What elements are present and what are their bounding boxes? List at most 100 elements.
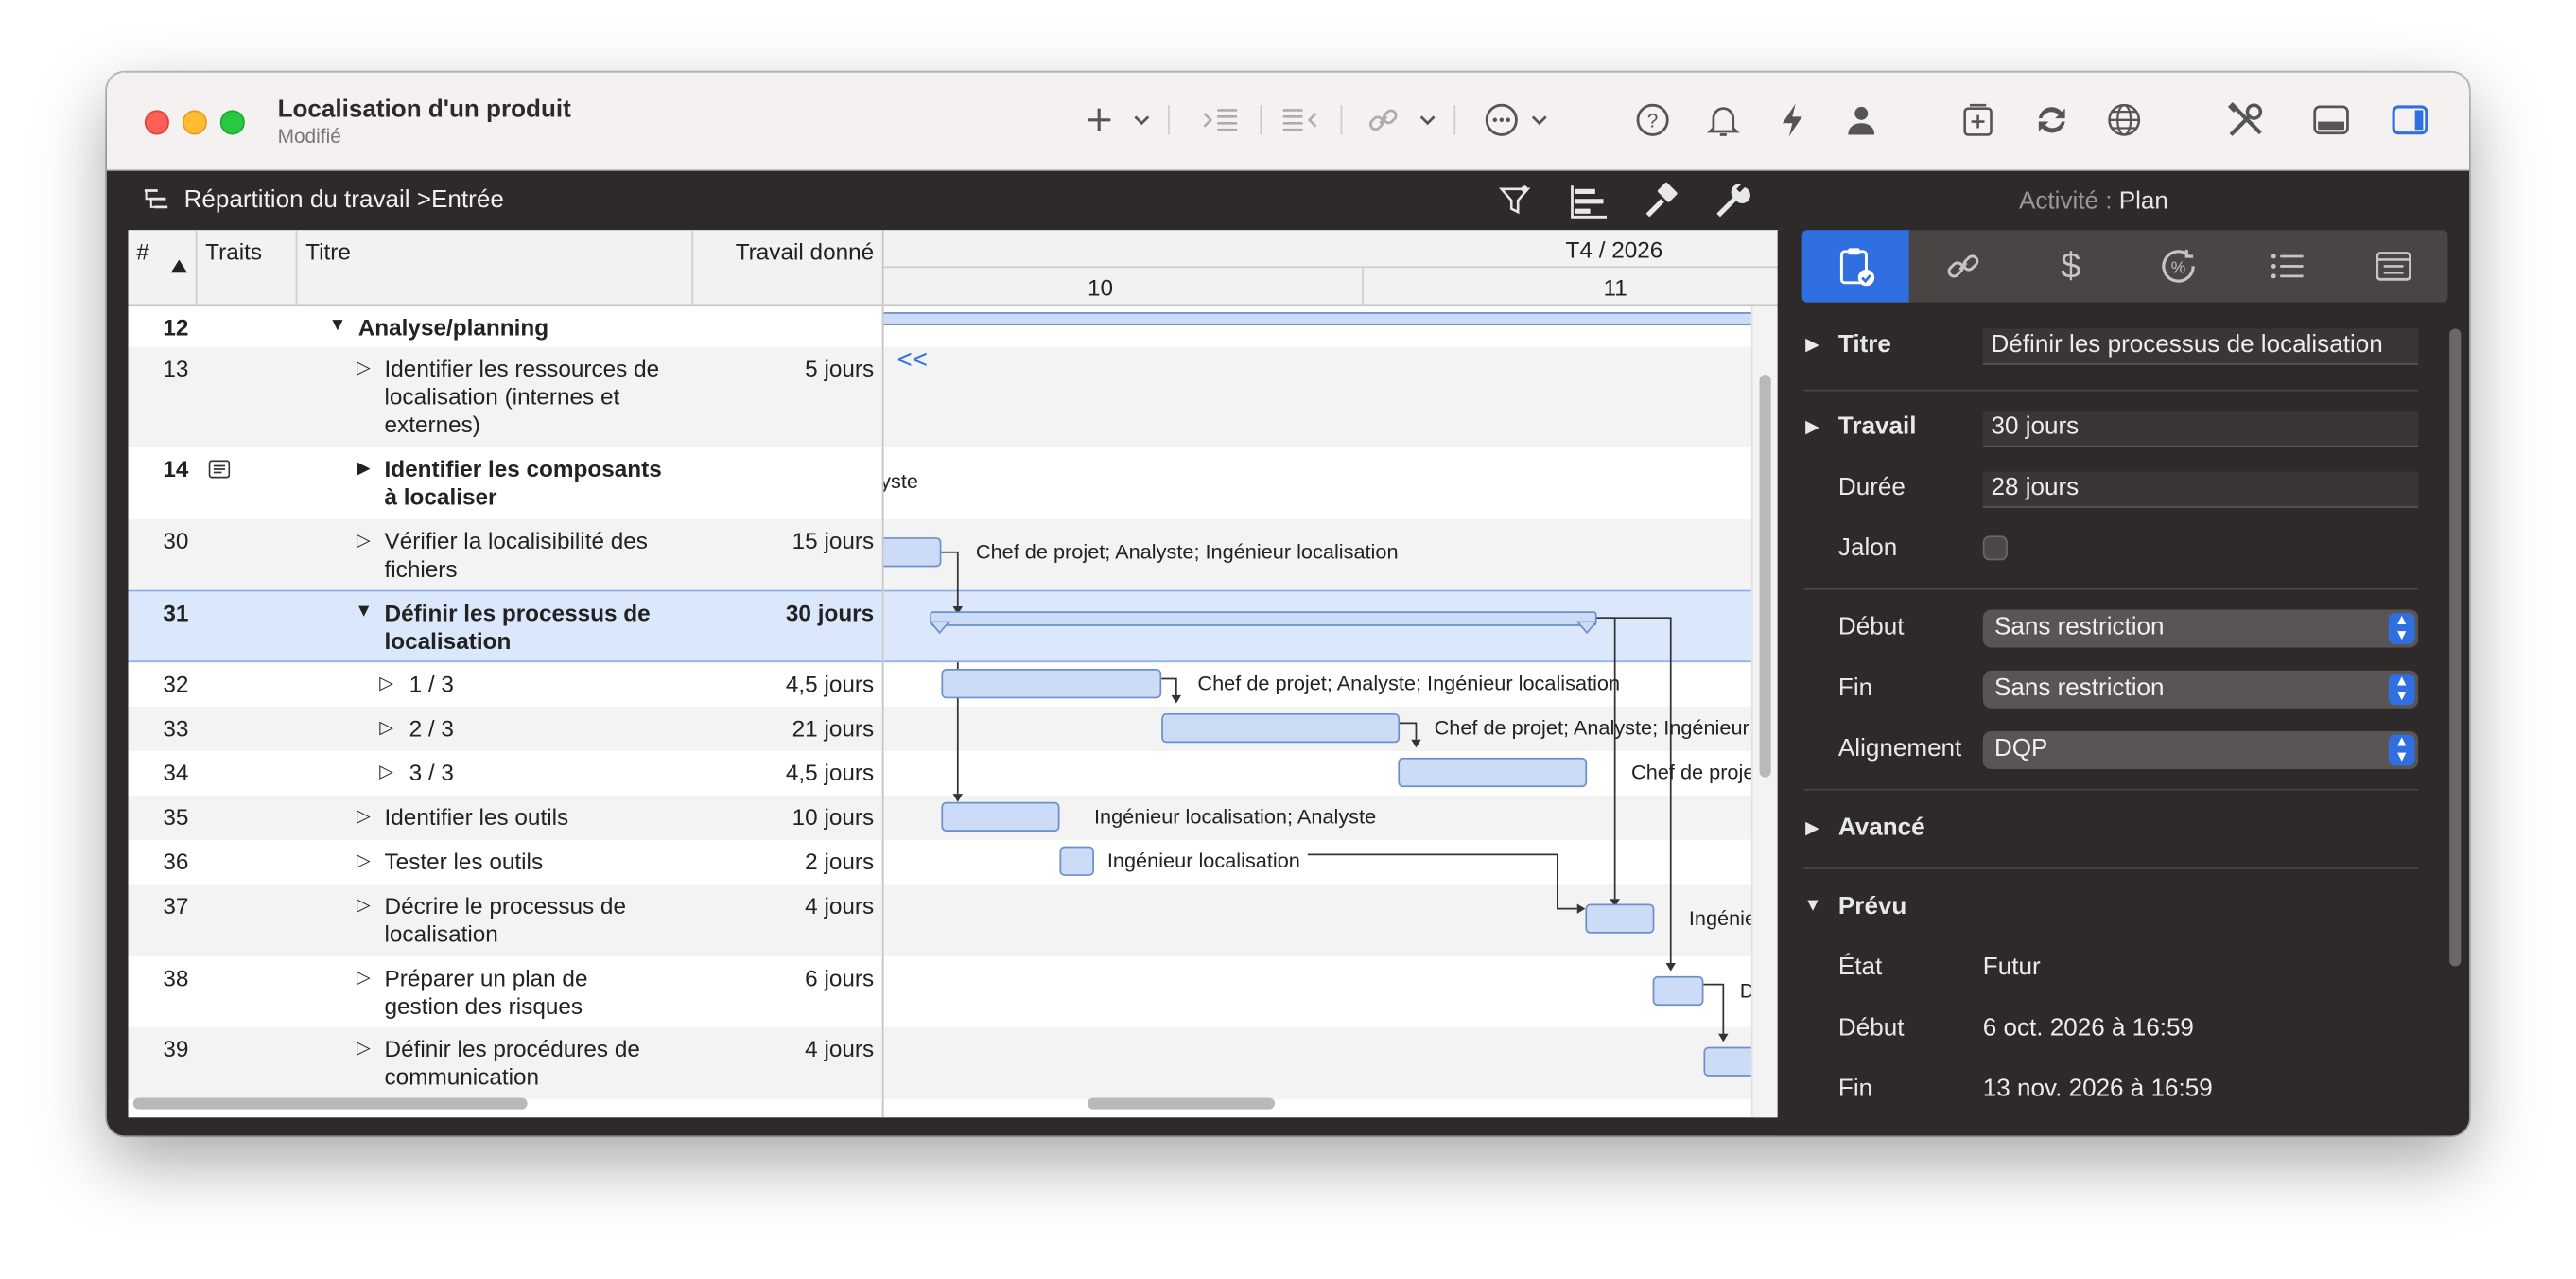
bottom-panel-icon[interactable]: [2310, 100, 2353, 140]
section-prevu[interactable]: Prévu: [1838, 892, 1906, 920]
disclosure-collapsed-icon[interactable]: ▷: [357, 894, 371, 916]
tab-progress[interactable]: %: [2124, 230, 2231, 302]
add-doc-icon[interactable]: [1957, 100, 1999, 140]
outline-horizontal-scrollbar[interactable]: [132, 1097, 528, 1110]
minimize-window-button[interactable]: [182, 110, 207, 135]
disclosure-collapsed-icon[interactable]: ▷: [357, 805, 371, 827]
divider: [1803, 867, 2419, 869]
divider: [1803, 788, 2419, 791]
person-icon[interactable]: [1840, 100, 1883, 140]
table-row[interactable]: 39 ▷ Définir les procédures de communicat…: [128, 1026, 882, 1100]
table-row[interactable]: 32 ▷ 1 / 3 4,5 jours: [129, 662, 882, 707]
close-window-button[interactable]: [144, 110, 169, 135]
disclosure-collapsed-icon[interactable]: ▷: [357, 966, 371, 988]
debut-select[interactable]: Sans restriction ▲ ▼: [1982, 609, 2419, 648]
indent-icon[interactable]: [1199, 100, 1242, 140]
table-row[interactable]: 36 ▷ Tester les outils 2 jours: [129, 840, 882, 885]
link-icon[interactable]: [1362, 100, 1404, 140]
disclosure-collapsed-icon[interactable]: ▶: [357, 457, 371, 479]
scroll-to-task-icon[interactable]: <<: [897, 347, 928, 377]
breadcrumb-view[interactable]: Répartition du travail: [184, 185, 410, 214]
column-header-work[interactable]: Travail donné: [693, 230, 882, 306]
outdent-icon[interactable]: [1279, 100, 1321, 140]
table-row[interactable]: 14 ▶ Identifier les composants à localise…: [129, 447, 882, 519]
list-icon: [2270, 254, 2303, 279]
table-row-selected[interactable]: 31 ▼ Définir les processus de localisatio…: [128, 589, 882, 663]
alignement-select[interactable]: DQP ▲ ▼: [1982, 731, 2419, 770]
tools-icon[interactable]: [2224, 100, 2267, 140]
bell-icon[interactable]: [1702, 100, 1745, 140]
task-bar[interactable]: [1161, 712, 1401, 744]
wrench-icon[interactable]: [1712, 181, 1751, 220]
table-row[interactable]: 12 ▼ Analyse/planning: [129, 306, 882, 346]
row-title: Identifier les composants à localiser: [384, 455, 662, 510]
disclosure-collapsed-icon[interactable]: ▷: [379, 673, 393, 693]
task-bar[interactable]: [941, 801, 1060, 832]
jalon-checkbox[interactable]: [1982, 535, 2008, 561]
help-icon[interactable]: ?: [1631, 100, 1674, 140]
label-prevu-debut: Début: [1837, 1013, 1905, 1042]
fin-select[interactable]: Sans restriction ▲ ▼: [1982, 670, 2419, 709]
globe-icon[interactable]: [2103, 100, 2146, 140]
breadcrumb-current[interactable]: Entrée: [431, 185, 504, 214]
section-avance[interactable]: Avancé: [1838, 814, 1925, 842]
tab-dependencies[interactable]: [1909, 230, 2016, 302]
summary-bar-ends: [930, 621, 1597, 635]
titre-field[interactable]: Définir les processus de localisation: [1982, 328, 2419, 365]
task-bar[interactable]: [883, 537, 942, 568]
tab-notes[interactable]: [2340, 230, 2446, 302]
gantt-horizontal-scrollbar[interactable]: [1088, 1097, 1276, 1110]
column-header-num[interactable]: #: [129, 230, 198, 307]
chevron-down-icon[interactable]: [1415, 100, 1441, 140]
table-row[interactable]: 30 ▷ Vérifier la localisibilité des fichi…: [128, 518, 882, 590]
sync-icon[interactable]: [2030, 100, 2073, 140]
disclosure-collapsed-icon[interactable]: ▶: [1805, 334, 1819, 355]
disclosure-expanded-icon[interactable]: ▼: [355, 602, 373, 622]
zoom-window-button[interactable]: [219, 110, 245, 135]
duree-field[interactable]: 28 jours: [1982, 471, 2419, 508]
tab-details[interactable]: [2233, 230, 2340, 302]
gantt-style-icon[interactable]: [1569, 183, 1609, 219]
disclosure-collapsed-icon[interactable]: ▷: [357, 357, 371, 378]
table-row[interactable]: 37 ▷ Décrire le processus de localisation…: [128, 884, 882, 957]
table-row[interactable]: 35 ▷ Identifier les outils 10 jours: [128, 795, 882, 840]
filter-icon[interactable]: [1497, 183, 1533, 219]
gantt-chart: T4 / 2026 10 11 Chef de projet; Analyste…: [881, 230, 1780, 1118]
disclosure-expanded-icon[interactable]: ▼: [1803, 896, 1821, 916]
tab-task-info[interactable]: [1801, 230, 1909, 303]
row-number: 13: [163, 355, 189, 382]
table-row[interactable]: 33 ▷ 2 / 3 21 jours: [128, 706, 882, 751]
hammer-icon[interactable]: [1641, 181, 1680, 220]
table-row[interactable]: 34 ▷ 3 / 3 4,5 jours: [129, 751, 882, 796]
breadcrumb[interactable]: Répartition du travail >Entrée: [184, 185, 504, 214]
table-row[interactable]: 38 ▷ Préparer un plan de gestion des risq…: [129, 956, 882, 1027]
column-header-traits[interactable]: Traits: [197, 230, 298, 307]
task-bar[interactable]: [1585, 903, 1655, 934]
chevron-down-icon[interactable]: [1526, 100, 1553, 140]
disclosure-expanded-icon[interactable]: ▼: [328, 316, 346, 336]
table-row[interactable]: 13 ▷ Identifier les ressources de localis…: [128, 346, 882, 447]
task-bar[interactable]: [941, 669, 1162, 699]
disclosure-collapsed-icon[interactable]: ▷: [379, 716, 393, 738]
task-bar[interactable]: [1398, 757, 1588, 788]
disclosure-collapsed-icon[interactable]: ▷: [357, 1037, 371, 1059]
column-header-title[interactable]: Titre: [297, 230, 694, 307]
task-bar[interactable]: [1059, 846, 1094, 876]
disclosure-collapsed-icon[interactable]: ▷: [357, 529, 371, 551]
tab-cost[interactable]: $: [2017, 230, 2124, 302]
disclosure-collapsed-icon[interactable]: ▷: [379, 761, 393, 782]
more-icon[interactable]: [1480, 100, 1523, 140]
disclosure-collapsed-icon[interactable]: ▶: [1805, 816, 1819, 838]
disclosure-collapsed-icon[interactable]: ▶: [1805, 416, 1819, 437]
task-bar[interactable]: [1652, 975, 1704, 1007]
bolt-icon[interactable]: [1771, 100, 1814, 140]
note-icon[interactable]: [208, 460, 231, 479]
inspector-scrollbar[interactable]: [2449, 328, 2462, 967]
disclosure-collapsed-icon[interactable]: ▷: [357, 850, 371, 871]
svg-text:?: ?: [1647, 111, 1659, 132]
travail-field[interactable]: 30 jours: [1982, 411, 2419, 447]
side-panel-icon[interactable]: [2389, 100, 2431, 140]
chevron-down-icon[interactable]: [1128, 100, 1155, 140]
gantt-vertical-scrollbar[interactable]: [1759, 375, 1771, 778]
plus-icon[interactable]: [1078, 100, 1121, 140]
